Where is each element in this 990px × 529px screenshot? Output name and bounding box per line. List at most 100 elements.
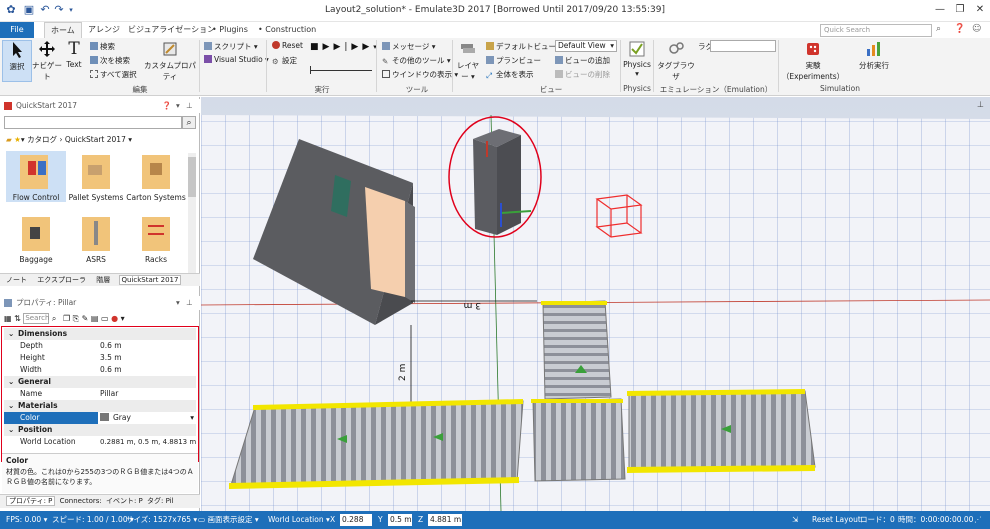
catalog-search-input[interactable] xyxy=(4,116,182,129)
catalog-item-asrs[interactable]: ASRS xyxy=(66,213,126,264)
property-row-world-location[interactable]: World Location 0.2881 m, 0.5 m, 4.8813 m xyxy=(4,436,196,448)
show-all-button[interactable]: ⤢ 全体を表示 xyxy=(486,69,534,80)
scene-canvas[interactable]: 3 m 2 m ⊥ xyxy=(200,97,990,512)
pin-icon[interactable]: ⊥ xyxy=(977,100,984,109)
search-icon[interactable]: ⌕ xyxy=(182,116,196,129)
tab-home[interactable]: ホーム xyxy=(44,22,82,38)
search-icon[interactable]: ⌕ xyxy=(52,314,56,323)
alpha-sort-icon[interactable]: ⇅ xyxy=(14,314,21,323)
restore-button[interactable]: ❐ xyxy=(950,2,970,18)
tab-events[interactable]: イベント: P xyxy=(106,497,143,505)
tab-explorer[interactable]: エクスプローラ xyxy=(37,276,86,284)
help-icon[interactable]: ❓ xyxy=(162,99,171,113)
property-category-materials[interactable]: ⌄ Materials xyxy=(4,400,196,412)
property-row-name[interactable]: Name Pillar xyxy=(4,388,196,400)
speed-readout[interactable]: スピード: 1.00 / 1.00 ▾ xyxy=(52,511,134,529)
search-icon[interactable]: ⌕ xyxy=(936,24,941,34)
fps-readout[interactable]: FPS: 0.00 ▾ xyxy=(6,511,47,529)
catalog-item-flow-control[interactable]: Flow Control xyxy=(6,151,66,202)
run-options-icon[interactable]: ▾ xyxy=(373,43,381,51)
add-view-button[interactable]: ビューの追加 xyxy=(555,55,610,66)
message-button[interactable]: メッセージ ▾ xyxy=(382,41,436,52)
x-coordinate-field[interactable]: 0.288 m xyxy=(340,514,372,529)
property-row-color[interactable]: Color Gray ▾ xyxy=(4,412,196,424)
visual-studio-button[interactable]: Visual Studio ▾ xyxy=(204,55,269,64)
roller-conveyor-right[interactable] xyxy=(627,389,816,473)
analysis-button[interactable]: 分析実行 xyxy=(852,40,896,71)
3d-viewport[interactable]: 3 m 2 m ⊥ xyxy=(200,97,990,512)
search-button[interactable]: 検索 xyxy=(90,41,115,52)
dropdown-icon[interactable]: ▾ xyxy=(176,99,180,113)
catalog-scrollbar[interactable] xyxy=(188,153,196,273)
world-location-selector[interactable]: World Location ▾ xyxy=(268,511,330,529)
tag-input[interactable] xyxy=(710,40,776,52)
resize-grip-icon[interactable]: ⋰ xyxy=(974,511,982,529)
reset-layout-button[interactable]: Reset Layout xyxy=(812,511,861,529)
tab-quickstart[interactable]: QuickStart 2017 xyxy=(118,275,182,285)
script-button[interactable]: スクリプト ▾ xyxy=(204,41,258,52)
script-icon[interactable]: ✎ xyxy=(82,314,89,323)
catalog-item-racks[interactable]: Racks xyxy=(126,213,186,264)
catalog-item-baggage[interactable]: Baggage xyxy=(6,213,66,264)
properties-search-input[interactable]: Search xyxy=(23,313,49,324)
sort-icon[interactable]: ▦ xyxy=(4,314,12,323)
y-coordinate-field[interactable]: 0.5 m xyxy=(388,514,412,526)
plan-view-button[interactable]: プランビュー xyxy=(486,55,541,66)
select-all-button[interactable]: すべて選択 xyxy=(90,69,137,80)
tab-hierarchy[interactable]: 階層 xyxy=(96,276,110,284)
reset-button[interactable]: Reset xyxy=(272,41,303,50)
delete-view-button[interactable]: ビューの削除 xyxy=(555,69,610,80)
property-row-depth[interactable]: Depth 0.6 m xyxy=(4,340,196,352)
chevron-down-icon[interactable]: ▾ xyxy=(121,314,125,323)
step-icon[interactable]: ▶| xyxy=(333,42,351,52)
property-row-height[interactable]: Height 3.5 m xyxy=(4,352,196,364)
navigate-button[interactable]: ナビゲート xyxy=(32,40,62,82)
expand-icon[interactable]: ⇲ xyxy=(792,511,798,529)
view-dropdown[interactable]: Default View ▾ xyxy=(555,40,617,52)
layer-button[interactable]: レイヤー ▾ xyxy=(455,40,481,82)
window-display-button[interactable]: ウインドウの表示 ▾ xyxy=(382,69,458,80)
tab-construction[interactable]: • Construction xyxy=(252,22,322,38)
select-button[interactable]: 選択 xyxy=(2,40,32,82)
custom-property-button[interactable]: カスタムプロパティ xyxy=(142,40,198,82)
paste-icon[interactable]: ⎘ xyxy=(73,314,79,323)
grid-icon[interactable]: ▤ xyxy=(91,314,99,323)
star-icon[interactable]: ★ xyxy=(14,135,21,144)
pin-icon[interactable]: ⊥ xyxy=(186,99,193,113)
minimize-button[interactable]: — xyxy=(930,2,950,18)
find-next-button[interactable]: 次を検索 xyxy=(90,55,130,66)
tab-plugins[interactable]: • Plugins xyxy=(206,22,254,38)
roller-conveyor-curve[interactable] xyxy=(531,398,626,482)
property-category-dimensions[interactable]: ⌄ Dimensions xyxy=(4,328,196,340)
tag-browser-button[interactable]: タグブラウザ xyxy=(656,40,696,82)
play-icon[interactable]: ▶ xyxy=(323,42,334,52)
speed-slider-handle[interactable] xyxy=(310,66,311,74)
property-row-width[interactable]: Width 0.6 m xyxy=(4,364,196,376)
physics-button[interactable]: Physics ▾ xyxy=(622,40,652,78)
experiments-button[interactable]: 実験（Experiments） xyxy=(780,40,846,82)
close-button[interactable]: ✕ xyxy=(970,2,990,18)
tab-tags[interactable]: タグ: Pil xyxy=(147,497,174,505)
quick-search-input[interactable]: Quick Search xyxy=(820,24,932,37)
folder-icon[interactable]: ▰ xyxy=(6,135,12,144)
tab-properties[interactable]: プロパティ: P xyxy=(6,496,56,506)
settings-button[interactable]: ⚙ 設定 xyxy=(272,55,297,66)
document-icon[interactable]: ▭ xyxy=(101,314,109,323)
tab-arrange[interactable]: アレンジ xyxy=(82,22,126,38)
size-readout[interactable]: サイズ: 1527x765 ▾ xyxy=(126,511,197,529)
tab-notes[interactable]: ノート xyxy=(6,276,27,284)
z-coordinate-field[interactable]: 4.881 m xyxy=(428,514,462,526)
chevron-down-icon[interactable]: ▾ xyxy=(190,412,194,424)
record-icon[interactable]: ● xyxy=(111,314,118,323)
property-category-position[interactable]: ⌄ Position xyxy=(4,424,196,436)
help-icon[interactable]: ❓ xyxy=(954,24,965,34)
property-category-general[interactable]: ⌄ General xyxy=(4,376,196,388)
smiley-icon[interactable]: ☺ xyxy=(972,24,981,34)
tab-connectors[interactable]: Connectors: xyxy=(60,497,102,505)
text-button[interactable]: T Text xyxy=(62,40,86,69)
roller-conveyor-left[interactable] xyxy=(229,399,524,489)
screen-settings-button[interactable]: ▭ 画面表示設定 ▾ xyxy=(198,511,259,529)
default-view-button[interactable]: デフォルトビュー xyxy=(486,41,556,52)
stop-icon[interactable]: ■ xyxy=(310,42,323,52)
copy-icon[interactable]: ❐ xyxy=(63,314,70,323)
